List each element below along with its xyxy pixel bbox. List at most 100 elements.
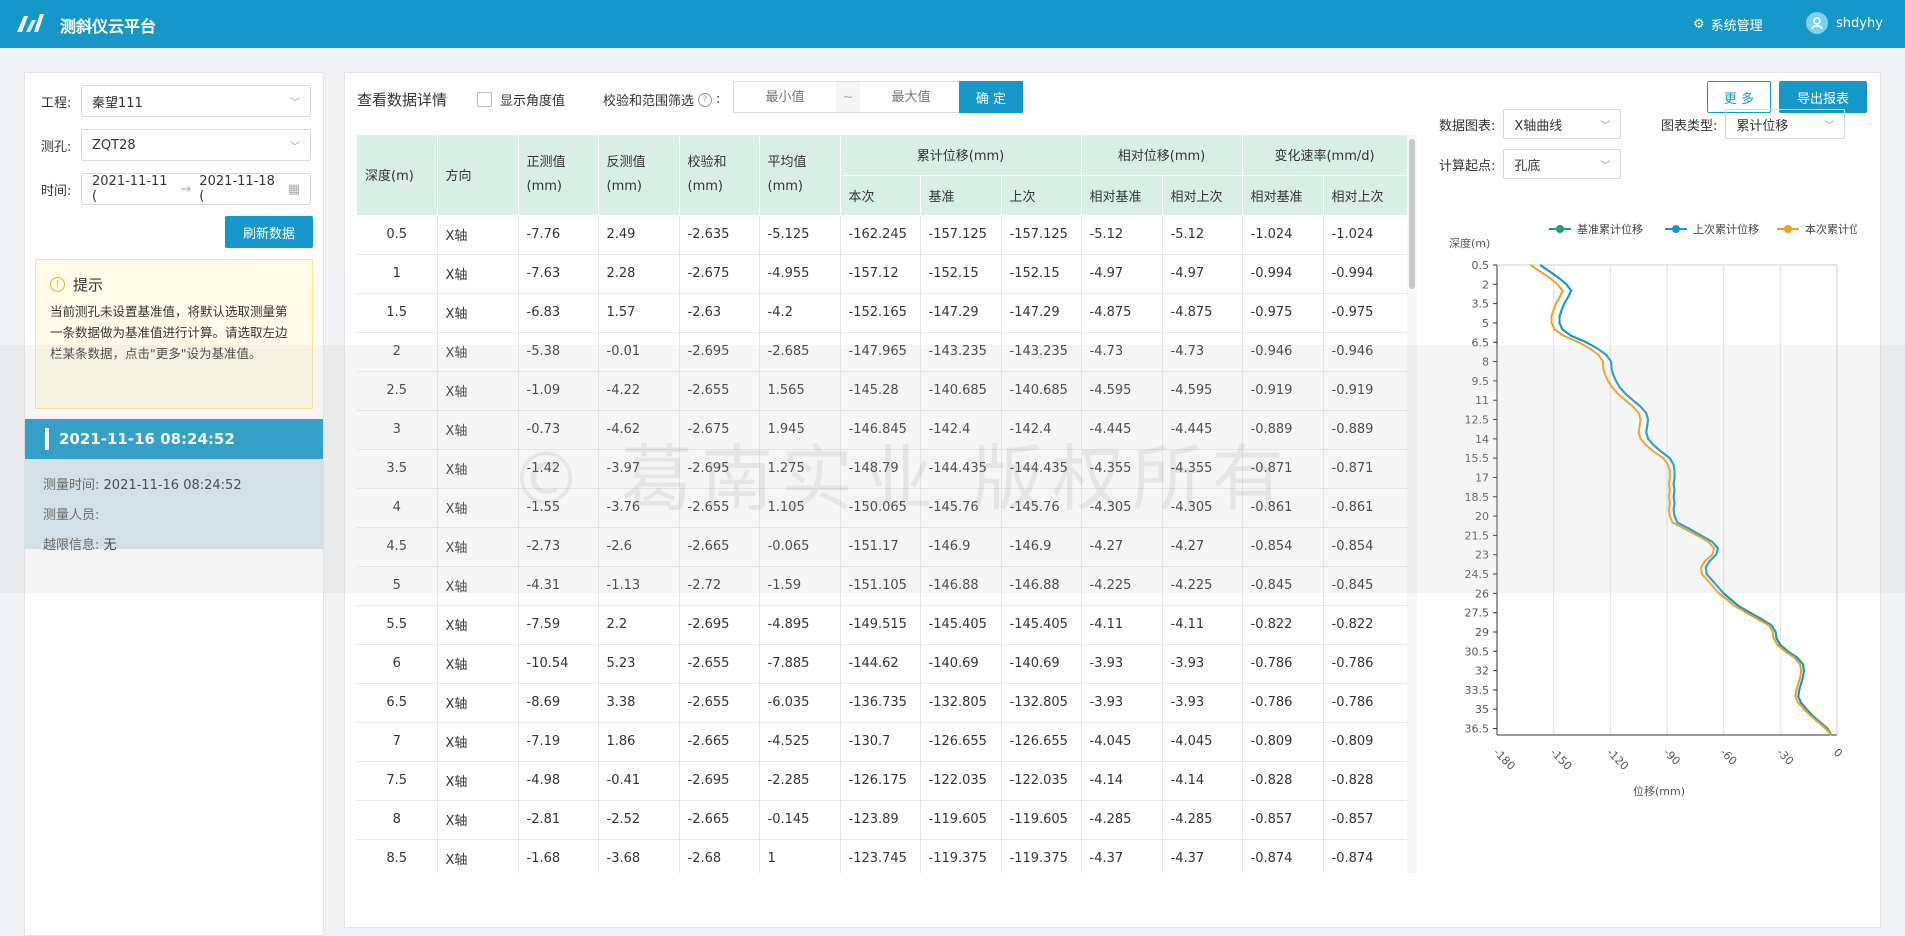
- min-value-input[interactable]: [734, 83, 836, 111]
- scrollbar-thumb[interactable]: [1409, 139, 1415, 289]
- table-cell: -2.68: [679, 839, 760, 873]
- series-line-2: [1529, 264, 1833, 736]
- table-cell: -119.375: [920, 839, 1002, 873]
- table-cell: -132.805: [1001, 683, 1082, 723]
- table-cell: 1.86: [598, 722, 680, 762]
- table-row[interactable]: 5.5 X轴 -7.59 2.2 -2.695 -4.895 -149.515 -145.40…: [357, 605, 1407, 645]
- y-tick-label: 24.5: [1465, 568, 1490, 581]
- arrow-right-icon: →: [180, 181, 192, 197]
- data-chart-select[interactable]: X轴曲线 ﹀: [1503, 109, 1622, 139]
- table-cell: -4.045: [1162, 722, 1243, 762]
- table-row[interactable]: 2 X轴 -5.38 -0.01 -2.695 -2.685 -147.965 -143.23…: [357, 332, 1407, 372]
- table-cell: -1.59: [759, 566, 841, 606]
- project-label: 工程:: [41, 95, 72, 111]
- user-menu[interactable]: shdyhy: [1806, 12, 1883, 34]
- table-cell: -1.024: [1242, 215, 1324, 255]
- date-range-picker[interactable]: 2021-11-11 ( → 2021-11-18 ( ▦: [81, 173, 311, 205]
- refresh-button[interactable]: 刷新数据: [225, 216, 313, 248]
- data-chart-label: 数据图表:: [1439, 118, 1496, 134]
- table-cell: -4.11: [1162, 605, 1243, 645]
- table-row[interactable]: 7 X轴 -7.19 1.86 -2.665 -4.525 -130.7 -126.655 -1…: [357, 722, 1407, 762]
- table-scrollbar[interactable]: [1407, 135, 1417, 873]
- table-row[interactable]: 1.5 X轴 -6.83 1.57 -2.63 -4.2 -152.165 -147.29 -1…: [357, 293, 1407, 333]
- table-row[interactable]: 3.5 X轴 -1.42 -3.97 -2.695 1.275 -148.79 -144.43…: [357, 449, 1407, 489]
- date-start: 2021-11-11 (: [92, 174, 168, 204]
- table-cell: 1.57: [598, 293, 680, 333]
- y-tick-label: 20: [1475, 510, 1489, 523]
- table-cell: -151.105: [840, 566, 921, 606]
- table-row[interactable]: 4.5 X轴 -2.73 -2.6 -2.665 -0.065 -151.17 -146.9-…: [357, 527, 1407, 567]
- table-cell: -0.786: [1242, 683, 1324, 723]
- table-cell: -8.69: [518, 683, 599, 723]
- table-row[interactable]: 3 X轴 -0.73 -4.62 -2.675 1.945 -146.845 -142.4 -1…: [357, 410, 1407, 450]
- table-cell: 2.5: [357, 371, 438, 411]
- table-cell: X轴: [437, 761, 519, 801]
- record-item-selected[interactable]: 2021-11-16 08:24:52: [25, 419, 323, 459]
- page-title: 查看数据详情: [357, 91, 448, 109]
- table-cell: -2.655: [679, 488, 760, 528]
- system-management-menu[interactable]: ⚙ 系统管理: [1693, 15, 1763, 34]
- table-cell: -2.685: [759, 332, 841, 372]
- project-select[interactable]: 秦望111 ﹀: [81, 85, 311, 117]
- table-cell: X轴: [437, 566, 519, 606]
- legend-marker: [1784, 225, 1792, 233]
- hole-select[interactable]: ZQT28 ﹀: [81, 129, 311, 161]
- y-tick-label: 17: [1475, 471, 1489, 484]
- table-cell: -0.809: [1323, 722, 1407, 762]
- table-row[interactable]: 4 X轴 -1.55 -3.76 -2.655 1.105 -150.065 -145.76-…: [357, 488, 1407, 528]
- table-cell: X轴: [437, 371, 519, 411]
- chart-type-select[interactable]: 累计位移 ﹀: [1725, 109, 1846, 139]
- chart-type-value: 累计位移: [1736, 118, 1789, 134]
- table-cell: -0.874: [1242, 839, 1324, 873]
- table-row[interactable]: 2.5 X轴 -1.09 -4.22 -2.655 1.565 -145.28 -140.68…: [357, 371, 1407, 411]
- col-direction: 方向: [437, 135, 519, 216]
- table-row[interactable]: 6.5 X轴 -8.69 3.38 -2.655 -6.035 -136.735 -132.8…: [357, 683, 1407, 723]
- table-cell: 5.23: [598, 644, 680, 684]
- username: shdyhy: [1836, 15, 1883, 31]
- record-limit-value: 无: [103, 538, 117, 553]
- table-cell: -0.828: [1242, 761, 1324, 801]
- top-bar: 测斜仪云平台 ⚙ 系统管理 shdyhy: [0, 0, 1905, 48]
- table-cell: -146.9: [920, 527, 1002, 567]
- question-icon[interactable]: ?: [698, 92, 713, 107]
- table-cell: -2.665: [679, 800, 760, 840]
- table-cell: -4.955: [759, 254, 841, 294]
- table-row[interactable]: 1 X轴 -7.63 2.28 -2.675 -4.955 -157.12 -152.15 -1…: [357, 254, 1407, 294]
- table-cell: -0.786: [1242, 644, 1324, 684]
- x-tick-label: 0: [1831, 746, 1845, 760]
- table-cell: -146.845: [840, 410, 921, 450]
- tip-box: ! 提示 当前测孔未设置基准值，将默认选取测量第一条数据做为基准值进行计算。请选…: [35, 259, 313, 409]
- col-cum-base: 基准: [920, 175, 1002, 216]
- table-cell: 1.105: [759, 488, 841, 528]
- max-value-input[interactable]: [860, 83, 962, 111]
- y-tick-label: 30.5: [1465, 645, 1490, 658]
- table-row[interactable]: 8.5 X轴 -1.68 -3.68 -2.68 1 -123.745 -119.375 -11…: [357, 839, 1407, 873]
- table-cell: -4.875: [1081, 293, 1163, 333]
- show-angle-checkbox[interactable]: 显示角度值: [477, 90, 565, 109]
- table-cell: -6.83: [518, 293, 599, 333]
- table-cell: -3.93: [1081, 683, 1163, 723]
- table-cell: -4.045: [1081, 722, 1163, 762]
- y-tick-label: 36.5: [1465, 723, 1490, 736]
- filter-label-group: 校验和范围筛选 ? :: [603, 92, 721, 109]
- y-tick-label: 3.5: [1472, 298, 1490, 311]
- table-cell: -0.994: [1242, 254, 1324, 294]
- data-table: 深度(m) 方向 正测值(mm) 反测值(mm) 校验和(mm) 平均值(mm)…: [357, 135, 1407, 873]
- table-row[interactable]: 6 X轴 -10.54 5.23 -2.655 -7.885 -144.62 -140.69-…: [357, 644, 1407, 684]
- table-cell: -4.27: [1162, 527, 1243, 567]
- table-row[interactable]: 0.5 X轴 -7.76 2.49 -2.635 -5.125 -162.245 -157.1…: [357, 215, 1407, 255]
- table-cell: -5.12: [1162, 215, 1243, 255]
- table-row[interactable]: 7.5 X轴 -4.98 -0.41 -2.695 -2.285 -126.175 -122.…: [357, 761, 1407, 801]
- x-tick-label: -150: [1548, 746, 1575, 773]
- chevron-down-icon: ﹀: [1824, 120, 1835, 132]
- confirm-button[interactable]: 确 定: [959, 81, 1023, 113]
- calc-start-select[interactable]: 孔底 ﹀: [1503, 149, 1622, 179]
- table-cell: -1.55: [518, 488, 599, 528]
- table-cell: X轴: [437, 254, 519, 294]
- table-cell: -119.605: [920, 800, 1002, 840]
- y-tick-label: 32: [1475, 665, 1489, 678]
- table-row[interactable]: 5 X轴 -4.31 -1.13 -2.72 -1.59 -151.105 -146.88 -1…: [357, 566, 1407, 606]
- table-row[interactable]: 8 X轴 -2.81 -2.52 -2.665 -0.145 -123.89 -119.605…: [357, 800, 1407, 840]
- table-cell: X轴: [437, 215, 519, 255]
- table-cell: -0.919: [1323, 371, 1407, 411]
